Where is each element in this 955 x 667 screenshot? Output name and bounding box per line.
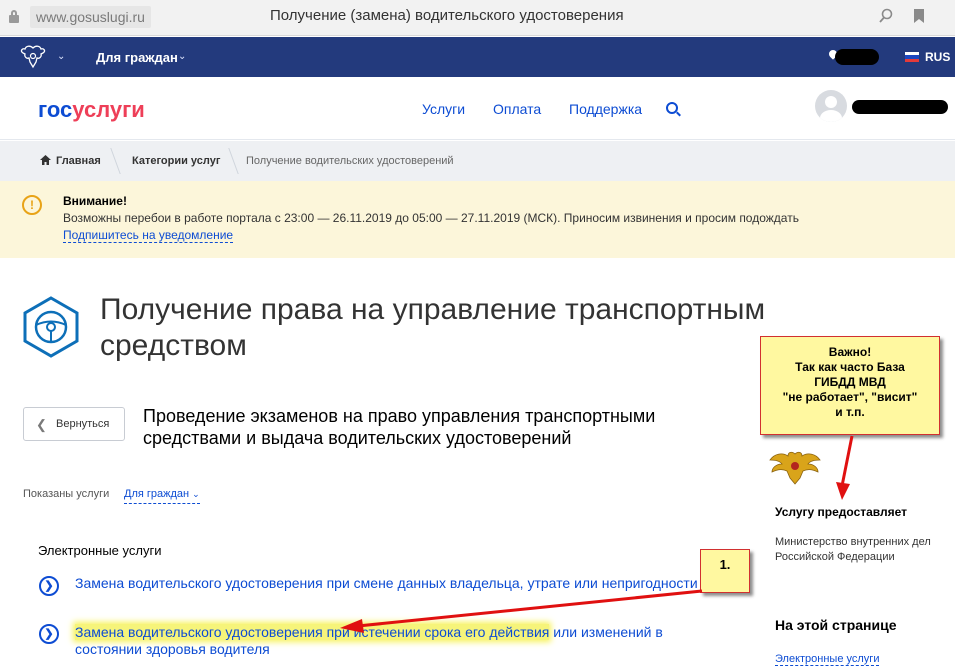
service-link[interactable]: Замена водительского удостоверения при с… <box>75 575 698 592</box>
avatar[interactable] <box>815 90 847 122</box>
arrow-to-provider <box>840 435 854 487</box>
shown-services-label: Показаны услуги <box>23 488 110 500</box>
search-icon[interactable] <box>666 102 678 114</box>
warning-icon: ! <box>22 195 42 215</box>
steering-wheel-icon <box>23 296 79 358</box>
arrowhead-icon <box>836 482 850 500</box>
home-icon[interactable] <box>40 155 51 165</box>
mvd-eagle-icon <box>769 451 821 485</box>
on-page-link[interactable]: Электронные услуги <box>775 653 880 666</box>
breadcrumb: Главная Категории услуг Получение водите… <box>0 141 955 181</box>
on-this-page-heading: На этой странице <box>775 617 897 633</box>
subscribe-link[interactable]: Подпишитесь на уведомление <box>63 228 234 243</box>
breadcrumb-categories[interactable]: Категории услуг <box>132 155 220 167</box>
lock-icon <box>9 10 19 24</box>
section-heading: Электронные услуги <box>38 543 162 558</box>
breadcrumb-separator <box>97 148 121 174</box>
audience-selector[interactable]: Для граждан <box>96 50 178 65</box>
russia-flag-icon <box>905 52 919 62</box>
site-header: госуслуги Услуги Оплата Поддержка <box>0 78 955 140</box>
location-redacted <box>835 49 879 65</box>
chevron-down-icon: ⌄ <box>192 489 200 499</box>
user-name-redacted[interactable] <box>852 100 948 114</box>
url-field[interactable]: www.gosuslugi.ru <box>30 6 151 28</box>
audience-filter-dropdown[interactable]: Для граждан ⌄ <box>124 488 200 504</box>
nav-payment[interactable]: Оплата <box>493 101 541 117</box>
highlighted-text: Замена водительского удостоверения при и… <box>75 624 550 640</box>
chevron-down-icon[interactable]: ⌄ <box>178 51 186 62</box>
search-icon[interactable] <box>877 8 895 26</box>
chevron-left-icon: ❮ <box>36 417 47 432</box>
gov-top-bar: ⌄ Для граждан ⌄ RUS <box>0 37 955 77</box>
gosuslugi-logo[interactable]: госуслуги <box>38 97 145 123</box>
language-selector[interactable]: RUS <box>925 50 950 64</box>
coat-of-arms-icon[interactable] <box>20 45 46 69</box>
annotation-step: 1. <box>700 549 750 593</box>
service-subtitle: Проведение экзаменов на право управления… <box>143 406 656 448</box>
bookmark-icon[interactable] <box>910 8 928 26</box>
nav-support[interactable]: Поддержка <box>569 101 642 117</box>
browser-address-bar: www.gosuslugi.ru Получение (замена) води… <box>0 0 955 36</box>
warning-text: Возможны перебои в работе портала с 23:0… <box>63 211 799 225</box>
back-button[interactable]: ❮ Вернуться <box>23 407 125 441</box>
tab-title: Получение (замена) водительского удостов… <box>270 7 624 24</box>
breadcrumb-current: Получение водительских удостоверений <box>246 155 454 167</box>
service-link[interactable]: Замена водительского удостоверения при и… <box>75 624 663 658</box>
arrow-circle-icon[interactable]: ❯ <box>39 576 59 596</box>
arrow-to-service <box>357 589 703 628</box>
warning-banner: ! Внимание! Возможны перебои в работе по… <box>0 181 955 258</box>
page-title: Получение права на управление транспортн… <box>100 293 766 362</box>
provider-heading: Услугу предоставляет <box>775 505 908 519</box>
breadcrumb-home[interactable]: Главная <box>56 155 101 167</box>
nav-services[interactable]: Услуги <box>422 101 465 117</box>
provider-name: Министерство внутренних дел Российской Ф… <box>775 536 931 563</box>
chevron-down-icon[interactable]: ⌄ <box>57 51 65 62</box>
annotation-note: Важно! Так как часто База ГИБДД МВД "не … <box>760 336 940 435</box>
warning-title: Внимание! <box>63 194 127 208</box>
arrow-circle-icon[interactable]: ❯ <box>39 624 59 644</box>
